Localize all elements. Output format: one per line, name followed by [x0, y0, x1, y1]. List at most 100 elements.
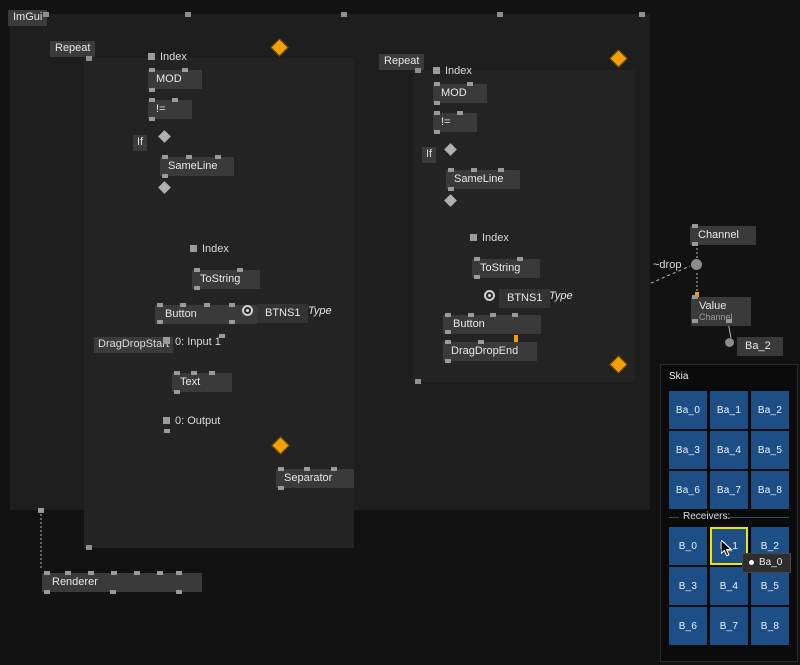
channel-in-pin[interactable] — [692, 224, 698, 228]
resize-handle[interactable] — [497, 12, 503, 17]
neq-right-in-b[interactable] — [457, 111, 463, 115]
resize-handle[interactable] — [415, 68, 421, 73]
text-pin-m[interactable] — [191, 371, 197, 375]
sameline-node-right[interactable]: SameLine — [446, 170, 520, 189]
resize-handle[interactable] — [185, 12, 191, 17]
mod-right-in-b[interactable] — [467, 82, 473, 86]
receiver-button[interactable]: B_8 — [751, 607, 789, 645]
notequal-in-pin[interactable] — [149, 98, 155, 102]
renderer-pin-2[interactable] — [88, 571, 94, 575]
sameline-right-out[interactable] — [448, 187, 454, 191]
receiver-button[interactable]: B_7 — [710, 607, 748, 645]
mod-in-pin[interactable] — [149, 68, 155, 72]
value-node[interactable]: Value Channel — [691, 297, 751, 326]
resize-handle[interactable] — [86, 56, 92, 61]
renderer-pin-1[interactable] — [65, 571, 71, 575]
mod-right-out[interactable] — [434, 101, 440, 105]
if-node-right[interactable]: If — [422, 147, 437, 163]
mod-node[interactable]: MOD — [148, 70, 202, 89]
renderer-pin-4[interactable] — [134, 571, 140, 575]
separator-node[interactable]: Separator — [276, 469, 354, 488]
renderer-out-pin[interactable] — [44, 590, 50, 594]
renderer-pin-5[interactable] — [157, 571, 163, 575]
ba2-node[interactable]: Ba_2 — [737, 337, 783, 356]
resize-handle[interactable] — [639, 12, 645, 17]
renderer-pin-3[interactable] — [111, 571, 117, 575]
button-pin-a[interactable] — [180, 303, 186, 307]
value-out-pin-r[interactable] — [726, 319, 732, 323]
sameline-out-pin[interactable] — [162, 174, 168, 178]
renderer-pin-6[interactable] — [176, 571, 182, 575]
renderer-source-pin[interactable] — [38, 508, 44, 512]
button-type-pin[interactable] — [242, 305, 253, 316]
separator-pin-r[interactable] — [331, 467, 337, 471]
tostring-out-pin[interactable] — [194, 286, 200, 290]
skia-panel[interactable]: Skia Ba_0 Ba_1 Ba_2 Ba_3 Ba_4 Ba_5 Ba_6 … — [660, 364, 798, 662]
index-pin-2[interactable] — [190, 245, 197, 252]
text-node[interactable]: Text — [172, 373, 232, 392]
tostring-node-left[interactable]: ToString — [192, 270, 260, 289]
sender-button[interactable]: Ba_1 — [710, 391, 748, 429]
separator-pin-m[interactable] — [304, 467, 310, 471]
notequal-out-pin[interactable] — [149, 117, 155, 121]
button-pin-b[interactable] — [204, 303, 210, 307]
sameline-in-pin[interactable] — [162, 155, 168, 159]
sender-button[interactable]: Ba_3 — [669, 431, 707, 469]
button-out-pin[interactable] — [157, 320, 163, 324]
tostring-right-r[interactable] — [517, 257, 523, 261]
value-out-pin[interactable] — [692, 319, 698, 323]
scope-pin[interactable] — [219, 334, 225, 338]
renderer-out-pin-r[interactable] — [176, 590, 182, 594]
button-out-pin-b[interactable] — [229, 320, 235, 324]
btns-text-field-right[interactable]: BTNS1 — [499, 289, 551, 308]
mod-right-in[interactable] — [434, 82, 440, 86]
button-right-a[interactable] — [468, 313, 474, 317]
sender-button[interactable]: Ba_8 — [751, 471, 789, 509]
dragdropend-node[interactable]: DragDropEnd — [443, 342, 537, 361]
dragdropstart-node[interactable]: DragDropStart — [94, 337, 173, 353]
output-pin-square[interactable] — [163, 417, 170, 424]
tostring-right-in[interactable] — [474, 257, 480, 261]
resize-handle[interactable] — [43, 12, 49, 17]
separator-out-pin[interactable] — [278, 486, 284, 490]
sender-button[interactable]: Ba_5 — [751, 431, 789, 469]
sender-button[interactable]: Ba_4 — [710, 431, 748, 469]
text-out-pin[interactable] — [174, 390, 180, 394]
sameline-pin-mid[interactable] — [186, 155, 192, 159]
index-pin-right-1[interactable] — [433, 67, 440, 74]
neq-right-out[interactable] — [434, 130, 440, 134]
receiver-button[interactable]: B_6 — [669, 607, 707, 645]
dragdropend-m[interactable] — [478, 340, 484, 344]
dragdropend-out[interactable] — [445, 359, 451, 363]
node-graph-canvas[interactable]: ImGui Repeat Index MOD != If SameLine In… — [0, 0, 800, 665]
output-sub-pin[interactable] — [164, 429, 170, 433]
tostring-right-out[interactable] — [474, 275, 480, 279]
input-pin-square[interactable] — [163, 337, 170, 344]
resize-handle[interactable] — [341, 12, 347, 17]
ba2-pin[interactable] — [725, 338, 734, 347]
tostring-pin-r[interactable] — [237, 268, 243, 272]
index-pin-right-2[interactable] — [470, 234, 477, 241]
resize-handle[interactable] — [86, 545, 92, 550]
receiver-button[interactable]: B_0 — [669, 527, 707, 565]
sameline-right-m[interactable] — [471, 168, 477, 172]
text-in-pin[interactable] — [174, 371, 180, 375]
button-right-in[interactable] — [445, 313, 451, 317]
mod-out-pin[interactable] — [149, 88, 155, 92]
drop-target-pin[interactable] — [691, 259, 702, 270]
button-in-pin[interactable] — [157, 303, 163, 307]
sameline-node-left[interactable]: SameLine — [160, 157, 234, 176]
tostring-node-right[interactable]: ToString — [472, 259, 540, 278]
sameline-right-r[interactable] — [498, 168, 504, 172]
button-node-right[interactable]: Button — [443, 315, 541, 334]
sender-button[interactable]: Ba_0 — [669, 391, 707, 429]
separator-in-pin[interactable] — [278, 467, 284, 471]
button-right-c[interactable] — [512, 313, 518, 317]
sender-button[interactable]: Ba_6 — [669, 471, 707, 509]
sender-button[interactable]: Ba_7 — [710, 471, 748, 509]
renderer-pin-0[interactable] — [44, 571, 50, 575]
channel-out-pin[interactable] — [692, 242, 698, 246]
button-pin-c[interactable] — [229, 303, 235, 307]
mod-node-right[interactable]: MOD — [433, 84, 487, 103]
tostring-in-pin[interactable] — [194, 268, 200, 272]
